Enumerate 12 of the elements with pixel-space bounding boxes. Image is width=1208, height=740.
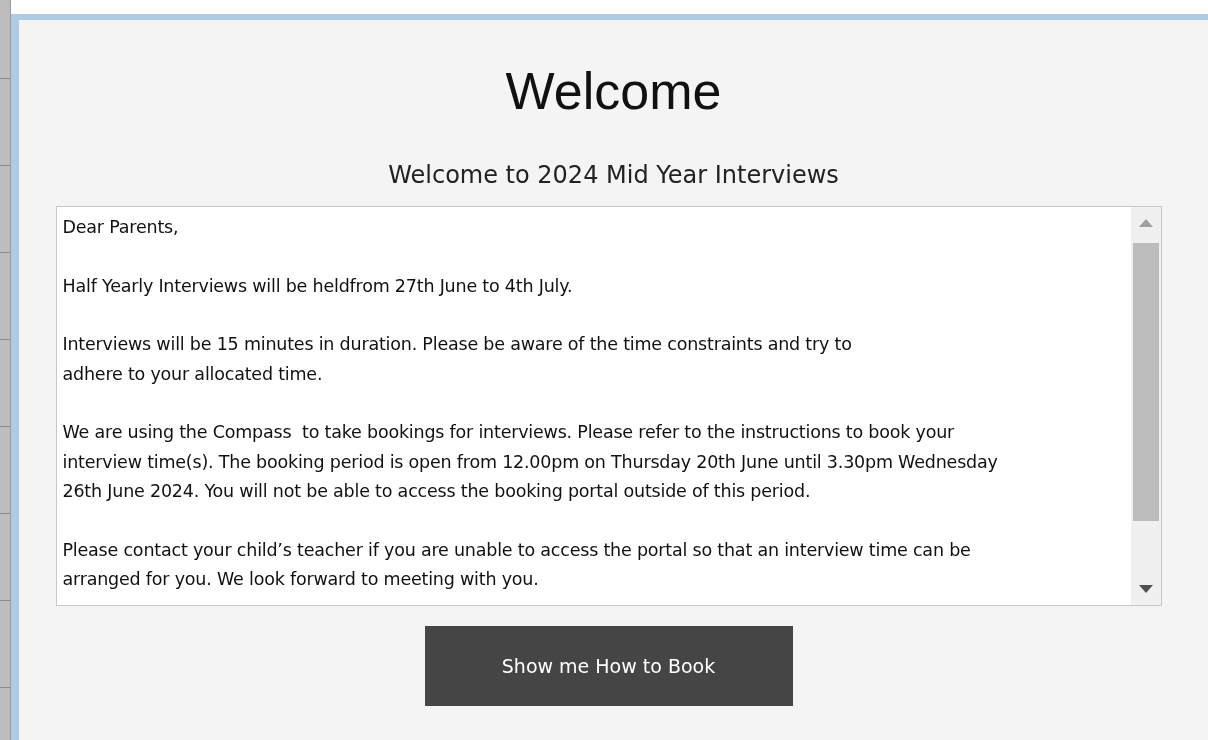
message-paragraph: We are using the Compass to take bookings for interviews. Please refer to the instructions to book your interview time(s). The booking period is open from 12.00pm on Thursday 20th June until 3.30pm Wednesday 26th June 2024. You will not be able to access the booking portal outside of this period. (62, 421, 999, 503)
message-paragraph: Please contact your child’s teacher if you are unable to access the portal so that an interview time can be arranged for you. We look forward to meeting with you. (62, 538, 972, 591)
scrollbar[interactable] (1130, 207, 1161, 605)
dialog-subtitle: Welcome to 2024 Mid Year Interviews (388, 160, 839, 191)
message-paragraph: Interviews will be 15 minutes in duration. Please be aware of the time constraints and try to adhere to your allocated time. (62, 333, 853, 386)
dialog-title: Welcome (505, 61, 722, 122)
scroll-up-icon[interactable] (1138, 219, 1153, 227)
show-me-how-to-book-button[interactable]: Show me How to Book (424, 626, 793, 706)
scrollbar-thumb[interactable] (1132, 243, 1159, 521)
message-paragraph: Half Yearly Interviews will be heldfrom 27th June to 4th July. (62, 274, 574, 298)
message-paragraph: Dear Parents, (62, 216, 180, 239)
scroll-down-icon[interactable] (1138, 585, 1153, 593)
